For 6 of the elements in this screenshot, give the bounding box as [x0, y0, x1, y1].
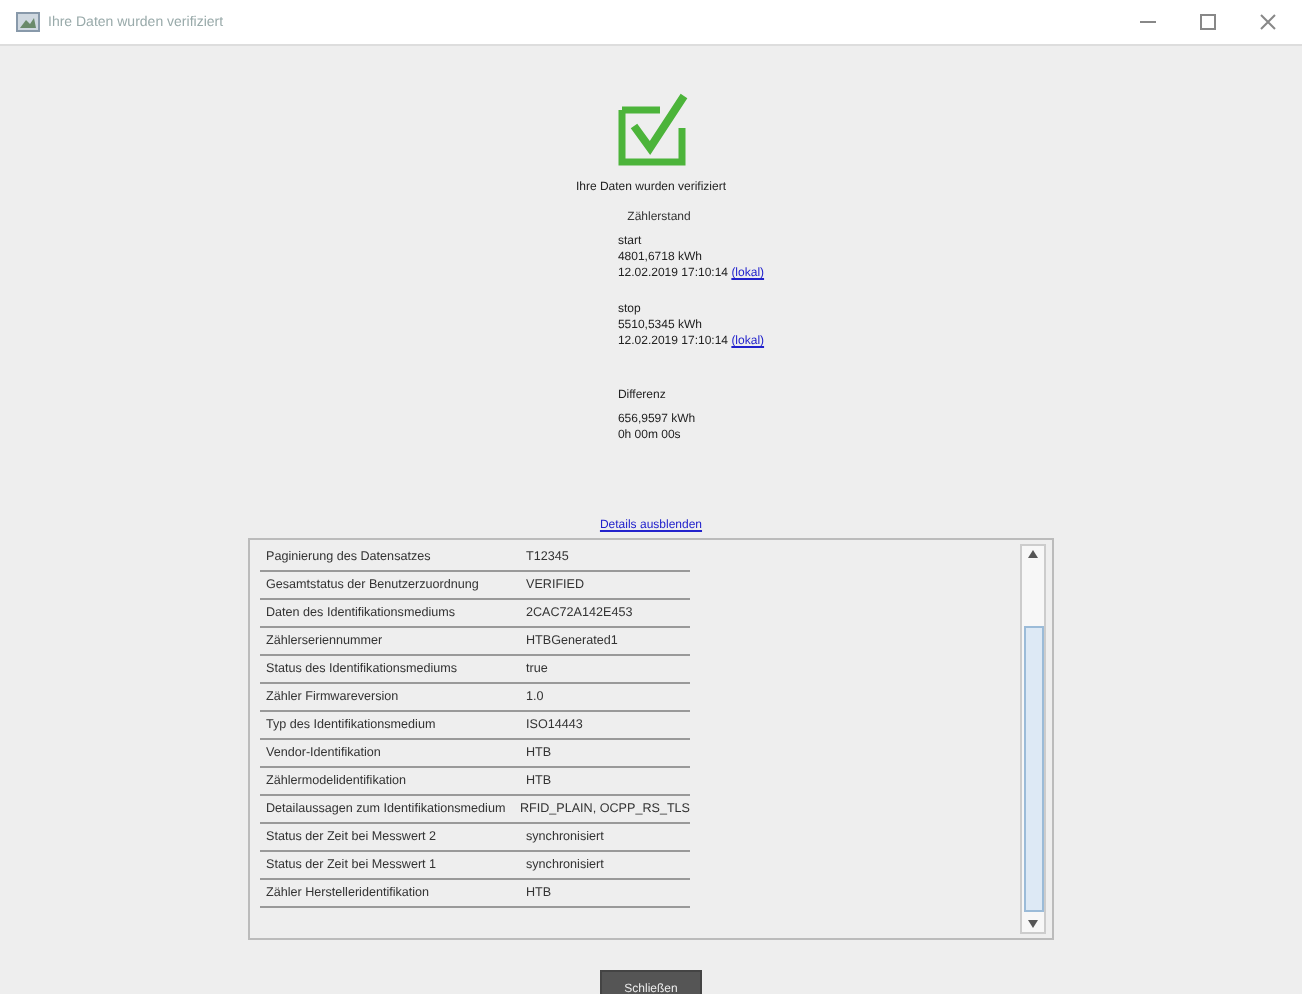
scroll-up-icon[interactable]: [1024, 546, 1042, 562]
scroll-down-icon[interactable]: [1024, 916, 1042, 932]
maximize-icon[interactable]: [1198, 12, 1218, 32]
app-icon: [16, 12, 40, 32]
close-icon[interactable]: [1258, 12, 1278, 32]
scrollbar[interactable]: [1020, 544, 1046, 934]
